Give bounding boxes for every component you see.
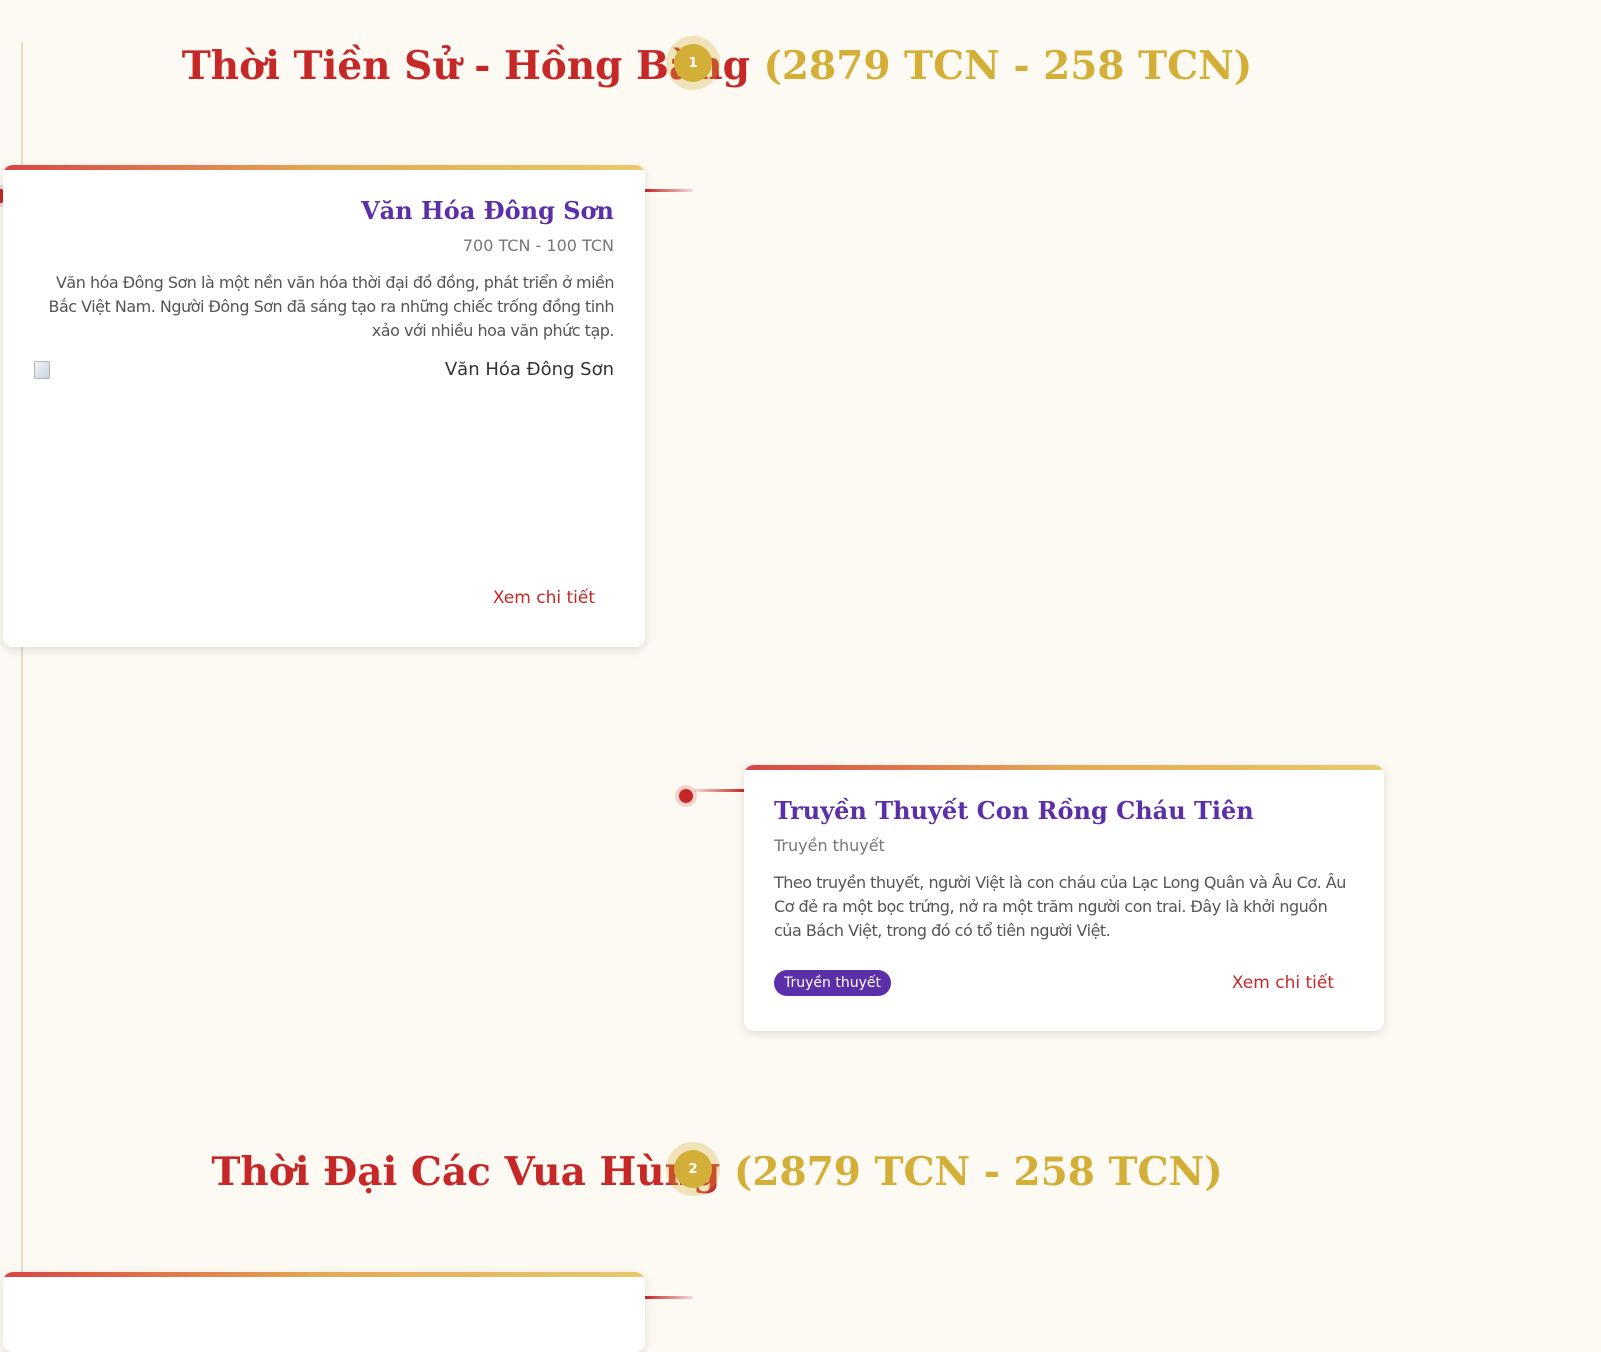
period-range: (2879 TCN - 258 TCN) <box>763 43 1253 89</box>
period-number-marker: 1 <box>674 44 712 82</box>
timeline-connector <box>645 189 693 192</box>
image-alt-text: Văn Hóa Đông Sơn <box>444 358 614 380</box>
broken-image-icon <box>34 360 50 379</box>
category-tag: Truyền thuyết <box>774 970 891 996</box>
period-number: 2 <box>688 1161 698 1177</box>
period-name: Thời Đại Các Vua Hùng <box>211 1149 721 1195</box>
card-accent-bar <box>3 1272 645 1277</box>
timeline-dot <box>679 789 693 803</box>
event-title: Văn Hóa Đông Sơn <box>361 196 614 225</box>
card-accent-bar <box>3 165 645 170</box>
view-details-link[interactable]: Xem chi tiết <box>493 588 595 608</box>
period-number-marker: 2 <box>674 1150 712 1188</box>
card-accent-bar <box>744 765 1384 770</box>
period-range: (2879 TCN - 258 TCN) <box>733 1149 1223 1195</box>
period-heading: Thời Tiền Sử - Hồng Bàng (2879 TCN - 258… <box>0 47 1434 86</box>
timeline-connector <box>645 1296 693 1299</box>
period-number: 1 <box>688 55 698 71</box>
event-card <box>3 1272 645 1352</box>
event-card: Truyền Thuyết Con Rồng Cháu Tiên Truyền … <box>744 765 1384 1031</box>
view-details-link[interactable]: Xem chi tiết <box>1232 973 1334 993</box>
event-image: Văn Hóa Đông Sơn <box>34 358 614 559</box>
event-description: Văn hóa Đông Sơn là một nền văn hóa thời… <box>48 272 614 340</box>
event-date: 700 TCN - 100 TCN <box>462 235 614 255</box>
timeline-connector <box>694 789 744 792</box>
event-title: Truyền Thuyết Con Rồng Cháu Tiên <box>774 796 1254 825</box>
event-card: Văn Hóa Đông Sơn 700 TCN - 100 TCN Văn h… <box>3 165 645 647</box>
event-date: Truyền thuyết <box>774 835 885 855</box>
event-description: Theo truyền thuyết, người Việt là con ch… <box>774 872 1346 940</box>
period-name: Thời Tiền Sử - Hồng Bàng <box>181 43 750 89</box>
period-heading: Thời Đại Các Vua Hùng (2879 TCN - 258 TC… <box>0 1153 1434 1192</box>
